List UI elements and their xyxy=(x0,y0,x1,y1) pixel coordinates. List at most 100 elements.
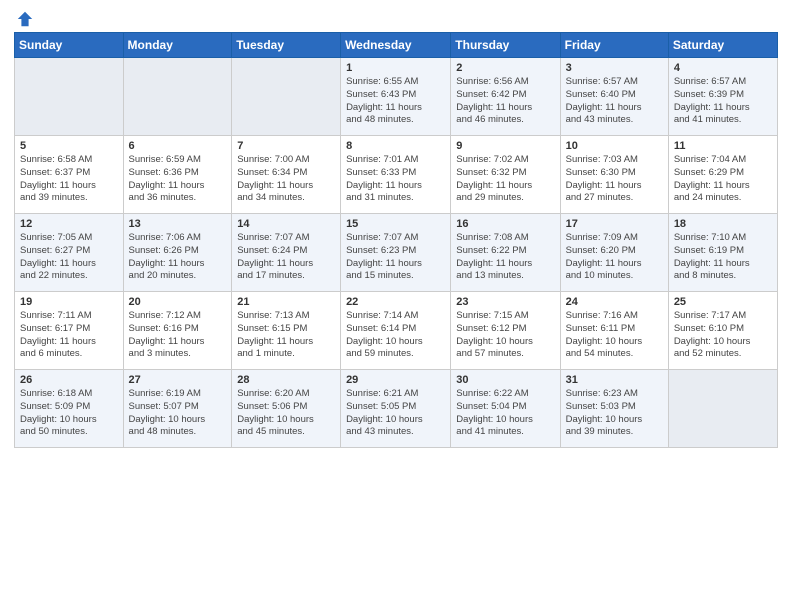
day-info: Sunrise: 6:18 AM Sunset: 5:09 PM Dayligh… xyxy=(20,388,118,439)
calendar-day-cell: 31 Sunrise: 6:23 AM Sunset: 5:03 PM Dayli… xyxy=(560,370,668,448)
calendar-day-cell xyxy=(668,370,777,448)
calendar-day-cell: 11 Sunrise: 7:04 AM Sunset: 6:29 PM Dayli… xyxy=(668,136,777,214)
day-info: Sunrise: 6:55 AM Sunset: 6:43 PM Dayligh… xyxy=(346,76,445,127)
day-info: Sunrise: 6:57 AM Sunset: 6:39 PM Dayligh… xyxy=(674,76,772,127)
day-info: Sunrise: 7:16 AM Sunset: 6:11 PM Dayligh… xyxy=(566,310,663,361)
calendar-day-cell: 18 Sunrise: 7:10 AM Sunset: 6:19 PM Dayli… xyxy=(668,214,777,292)
day-info: Sunrise: 7:08 AM Sunset: 6:22 PM Dayligh… xyxy=(456,232,554,283)
header xyxy=(14,10,778,26)
day-info: Sunrise: 7:11 AM Sunset: 6:17 PM Dayligh… xyxy=(20,310,118,361)
day-info: Sunrise: 7:12 AM Sunset: 6:16 PM Dayligh… xyxy=(129,310,227,361)
day-number: 22 xyxy=(346,296,445,308)
day-info: Sunrise: 7:07 AM Sunset: 6:23 PM Dayligh… xyxy=(346,232,445,283)
day-number: 17 xyxy=(566,218,663,230)
calendar-header-row: SundayMondayTuesdayWednesdayThursdayFrid… xyxy=(15,33,778,58)
calendar-day-cell: 17Sunrise: 7:09 AM Sunset: 6:20 PM Dayli… xyxy=(560,214,668,292)
calendar-day-cell xyxy=(232,58,341,136)
calendar-day-cell: 2Sunrise: 6:56 AM Sunset: 6:42 PM Daylig… xyxy=(451,58,560,136)
calendar-day-cell xyxy=(123,58,232,136)
calendar-table: SundayMondayTuesdayWednesdayThursdayFrid… xyxy=(14,32,778,448)
day-number: 14 xyxy=(237,218,335,230)
calendar-day-cell: 21 Sunrise: 7:13 AM Sunset: 6:15 PM Dayli… xyxy=(232,292,341,370)
calendar-day-cell: 4 Sunrise: 6:57 AM Sunset: 6:39 PM Daylig… xyxy=(668,58,777,136)
day-info: Sunrise: 6:57 AM Sunset: 6:40 PM Dayligh… xyxy=(566,76,663,127)
day-of-week-header: Thursday xyxy=(451,33,560,58)
day-info: Sunrise: 7:03 AM Sunset: 6:30 PM Dayligh… xyxy=(566,154,663,205)
day-info: Sunrise: 7:06 AM Sunset: 6:26 PM Dayligh… xyxy=(129,232,227,283)
day-number: 23 xyxy=(456,296,554,308)
calendar-day-cell: 6 Sunrise: 6:59 AM Sunset: 6:36 PM Daylig… xyxy=(123,136,232,214)
calendar-week-row: 12 Sunrise: 7:05 AM Sunset: 6:27 PM Dayli… xyxy=(15,214,778,292)
day-info: Sunrise: 6:58 AM Sunset: 6:37 PM Dayligh… xyxy=(20,154,118,205)
day-info: Sunrise: 7:13 AM Sunset: 6:15 PM Dayligh… xyxy=(237,310,335,361)
day-number: 15 xyxy=(346,218,445,230)
day-number: 4 xyxy=(674,62,772,74)
day-info: Sunrise: 7:02 AM Sunset: 6:32 PM Dayligh… xyxy=(456,154,554,205)
day-number: 26 xyxy=(20,374,118,386)
calendar-day-cell: 20 Sunrise: 7:12 AM Sunset: 6:16 PM Dayli… xyxy=(123,292,232,370)
calendar-day-cell: 25Sunrise: 7:17 AM Sunset: 6:10 PM Dayli… xyxy=(668,292,777,370)
day-info: Sunrise: 7:07 AM Sunset: 6:24 PM Dayligh… xyxy=(237,232,335,283)
day-number: 31 xyxy=(566,374,663,386)
day-info: Sunrise: 6:21 AM Sunset: 5:05 PM Dayligh… xyxy=(346,388,445,439)
day-info: Sunrise: 7:01 AM Sunset: 6:33 PM Dayligh… xyxy=(346,154,445,205)
calendar-week-row: 1 Sunrise: 6:55 AM Sunset: 6:43 PM Daylig… xyxy=(15,58,778,136)
day-info: Sunrise: 7:14 AM Sunset: 6:14 PM Dayligh… xyxy=(346,310,445,361)
calendar-day-cell: 28 Sunrise: 6:20 AM Sunset: 5:06 PM Dayli… xyxy=(232,370,341,448)
day-number: 20 xyxy=(129,296,227,308)
calendar-week-row: 26 Sunrise: 6:18 AM Sunset: 5:09 PM Dayli… xyxy=(15,370,778,448)
logo xyxy=(14,10,34,26)
day-number: 2 xyxy=(456,62,554,74)
calendar-day-cell: 26 Sunrise: 6:18 AM Sunset: 5:09 PM Dayli… xyxy=(15,370,124,448)
day-number: 24 xyxy=(566,296,663,308)
calendar-day-cell: 15 Sunrise: 7:07 AM Sunset: 6:23 PM Dayli… xyxy=(341,214,451,292)
calendar-day-cell: 23 Sunrise: 7:15 AM Sunset: 6:12 PM Dayli… xyxy=(451,292,560,370)
calendar-day-cell: 27Sunrise: 6:19 AM Sunset: 5:07 PM Dayli… xyxy=(123,370,232,448)
day-number: 9 xyxy=(456,140,554,152)
calendar-day-cell: 12 Sunrise: 7:05 AM Sunset: 6:27 PM Dayli… xyxy=(15,214,124,292)
calendar-day-cell: 24 Sunrise: 7:16 AM Sunset: 6:11 PM Dayli… xyxy=(560,292,668,370)
day-info: Sunrise: 7:10 AM Sunset: 6:19 PM Dayligh… xyxy=(674,232,772,283)
calendar-day-cell: 1 Sunrise: 6:55 AM Sunset: 6:43 PM Daylig… xyxy=(341,58,451,136)
calendar-day-cell: 8 Sunrise: 7:01 AM Sunset: 6:33 PM Daylig… xyxy=(341,136,451,214)
day-number: 28 xyxy=(237,374,335,386)
day-of-week-header: Wednesday xyxy=(341,33,451,58)
day-number: 6 xyxy=(129,140,227,152)
day-number: 8 xyxy=(346,140,445,152)
day-info: Sunrise: 6:19 AM Sunset: 5:07 PM Dayligh… xyxy=(129,388,227,439)
day-number: 12 xyxy=(20,218,118,230)
day-number: 18 xyxy=(674,218,772,230)
day-info: Sunrise: 7:05 AM Sunset: 6:27 PM Dayligh… xyxy=(20,232,118,283)
day-of-week-header: Tuesday xyxy=(232,33,341,58)
day-info: Sunrise: 6:23 AM Sunset: 5:03 PM Dayligh… xyxy=(566,388,663,439)
day-of-week-header: Sunday xyxy=(15,33,124,58)
day-of-week-header: Monday xyxy=(123,33,232,58)
day-info: Sunrise: 7:00 AM Sunset: 6:34 PM Dayligh… xyxy=(237,154,335,205)
day-of-week-header: Friday xyxy=(560,33,668,58)
day-number: 16 xyxy=(456,218,554,230)
day-number: 5 xyxy=(20,140,118,152)
day-number: 10 xyxy=(566,140,663,152)
day-number: 29 xyxy=(346,374,445,386)
calendar-day-cell: 13 Sunrise: 7:06 AM Sunset: 6:26 PM Dayli… xyxy=(123,214,232,292)
day-number: 13 xyxy=(129,218,227,230)
day-number: 3 xyxy=(566,62,663,74)
calendar-day-cell: 5 Sunrise: 6:58 AM Sunset: 6:37 PM Daylig… xyxy=(15,136,124,214)
day-number: 1 xyxy=(346,62,445,74)
day-info: Sunrise: 6:20 AM Sunset: 5:06 PM Dayligh… xyxy=(237,388,335,439)
calendar-container: SundayMondayTuesdayWednesdayThursdayFrid… xyxy=(0,0,792,612)
day-number: 21 xyxy=(237,296,335,308)
day-number: 19 xyxy=(20,296,118,308)
day-info: Sunrise: 7:15 AM Sunset: 6:12 PM Dayligh… xyxy=(456,310,554,361)
day-number: 25 xyxy=(674,296,772,308)
day-info: Sunrise: 7:04 AM Sunset: 6:29 PM Dayligh… xyxy=(674,154,772,205)
day-info: Sunrise: 6:59 AM Sunset: 6:36 PM Dayligh… xyxy=(129,154,227,205)
day-number: 11 xyxy=(674,140,772,152)
calendar-day-cell: 9 Sunrise: 7:02 AM Sunset: 6:32 PM Daylig… xyxy=(451,136,560,214)
calendar-day-cell: 16 Sunrise: 7:08 AM Sunset: 6:22 PM Dayli… xyxy=(451,214,560,292)
logo-icon xyxy=(16,10,34,28)
day-number: 7 xyxy=(237,140,335,152)
calendar-day-cell: 3 Sunrise: 6:57 AM Sunset: 6:40 PM Daylig… xyxy=(560,58,668,136)
day-number: 30 xyxy=(456,374,554,386)
calendar-week-row: 5 Sunrise: 6:58 AM Sunset: 6:37 PM Daylig… xyxy=(15,136,778,214)
